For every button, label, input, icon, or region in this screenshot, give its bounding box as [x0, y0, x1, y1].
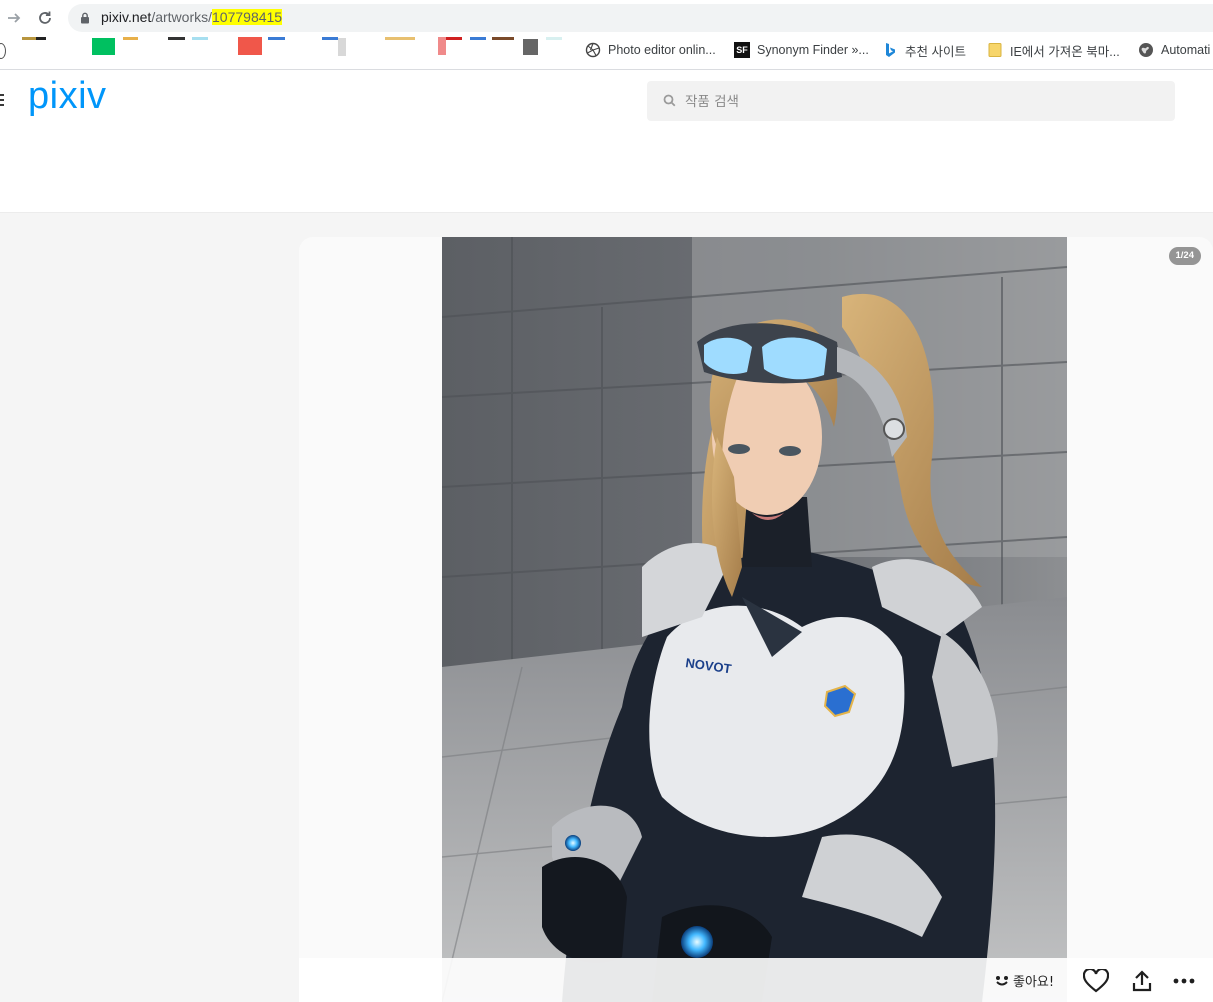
bookmark-favicon[interactable] [385, 37, 415, 40]
url-artwork-id: 107798415 [212, 9, 283, 25]
bookmark-label: IE에서 가져온 북마... [1010, 44, 1120, 59]
bookmark-favicon[interactable] [0, 43, 6, 59]
bookmark-favicon[interactable] [322, 37, 338, 40]
more-options-button[interactable] [1171, 968, 1197, 994]
sf-icon: SF [734, 42, 750, 58]
globe-icon [1138, 42, 1154, 58]
search-box[interactable] [647, 81, 1175, 123]
bookmark-favicon[interactable] [238, 37, 262, 55]
bookmark-favicon[interactable] [268, 37, 285, 40]
bookmark-favicon[interactable] [546, 37, 562, 40]
bookmark-label: Photo editor onlin... [608, 43, 716, 57]
bookmark-favicon[interactable] [123, 37, 138, 40]
arrow-right-icon [8, 13, 21, 23]
aperture-icon [585, 42, 601, 58]
forward-button[interactable] [2, 6, 26, 30]
pixiv-logo[interactable]: pixiv [28, 75, 107, 118]
bookmark-favicon[interactable] [168, 37, 185, 40]
bing-icon [882, 42, 898, 58]
bookmark-favicon[interactable] [470, 37, 486, 40]
bookmark-label: Automati [1161, 43, 1211, 57]
url-path: /artworks/ [151, 9, 213, 25]
url-text: pixiv.net/artworks/107798415 [101, 9, 283, 25]
bookmark-label: Synonym Finder »... [757, 43, 869, 57]
url-domain: pixiv.net [101, 9, 152, 25]
bookmark-favicon[interactable] [338, 38, 346, 56]
bookmark-favicon[interactable] [92, 38, 115, 55]
search-input[interactable] [683, 81, 1157, 123]
bookmark-favicon[interactable] [438, 37, 446, 55]
more-icon [1173, 978, 1195, 984]
bookmark-favicon[interactable] [446, 37, 462, 40]
smile-icon [996, 975, 1008, 985]
artwork-action-bar: 좋아요! [299, 958, 1213, 1002]
bookmark-label: 추천 사이트 [905, 44, 966, 59]
bookmarks-bar: Photo editor onlin... SF Synonym Finder … [0, 34, 1213, 66]
address-bar[interactable]: pixiv.net/artworks/107798415 [68, 4, 1213, 32]
bookmark-favicon[interactable] [492, 37, 514, 40]
bookmark-photo-editor[interactable]: Photo editor onlin... [585, 40, 716, 60]
bookmark-favicon[interactable] [523, 39, 538, 55]
bookmark-synonym-finder[interactable]: SF Synonym Finder »... [734, 40, 869, 60]
site-header: pixiv [0, 70, 1213, 213]
search-icon [663, 94, 676, 107]
reload-icon [39, 11, 51, 24]
artwork-image[interactable]: NOVOT [442, 237, 1067, 1002]
page-indicator-badge: 1/24 [1168, 247, 1201, 265]
like-label: 좋아요! [1013, 975, 1055, 990]
artwork-panel: NOVOT 1/24 좋아요! [299, 237, 1213, 1002]
hamburger-menu-icon[interactable] [0, 94, 4, 109]
artwork-illustration: NOVOT [442, 237, 1067, 1002]
bookmark-favicon[interactable] [36, 37, 46, 40]
browser-chrome: pixiv.net/artworks/107798415 Photo edito… [0, 0, 1213, 70]
heart-icon [1083, 969, 1109, 993]
like-button[interactable]: 좋아요! [995, 971, 1054, 990]
folder-icon [987, 42, 1003, 58]
share-icon [1132, 970, 1152, 992]
bookmark-favicon[interactable] [192, 37, 208, 40]
share-button[interactable] [1129, 968, 1155, 994]
bookmark-ie-imported[interactable]: IE에서 가져온 북마... [987, 40, 1120, 60]
bookmark-recommended-sites[interactable]: 추천 사이트 [882, 40, 966, 60]
lock-icon [81, 12, 89, 24]
reload-button[interactable] [33, 6, 57, 30]
bookmark-automation[interactable]: Automati [1138, 40, 1210, 60]
bookmark-heart-button[interactable] [1083, 968, 1109, 994]
